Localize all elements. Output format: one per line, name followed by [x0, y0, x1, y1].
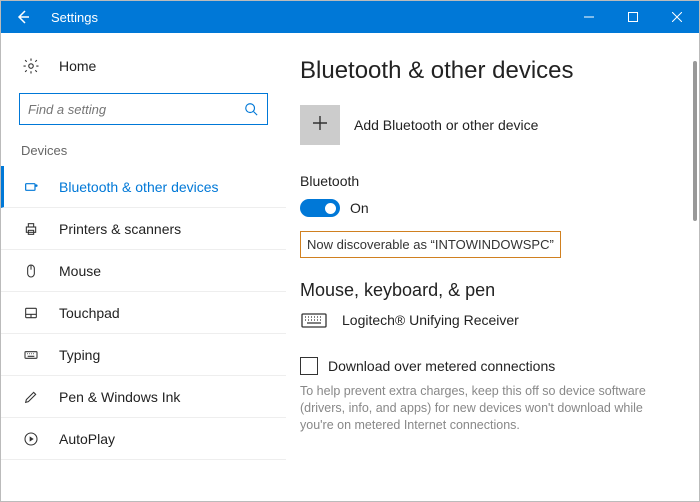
maximize-button[interactable]	[611, 1, 655, 33]
back-button[interactable]	[1, 1, 45, 33]
settings-window: Settings Home Devices	[0, 0, 700, 502]
search-icon	[243, 102, 259, 116]
sidebar: Home Devices Bluetooth & other devices P…	[1, 33, 286, 501]
minimize-button[interactable]	[567, 1, 611, 33]
pen-icon	[21, 389, 41, 405]
bluetooth-toggle-row: On	[300, 199, 679, 217]
bluetooth-heading: Bluetooth	[300, 173, 679, 189]
nav-label: Printers & scanners	[59, 221, 181, 237]
section-mouse-keyboard-pen: Mouse, keyboard, & pen	[300, 280, 679, 301]
sidebar-item-printers[interactable]: Printers & scanners	[1, 208, 286, 250]
mouse-icon	[21, 263, 41, 279]
nav-label: Bluetooth & other devices	[59, 179, 219, 195]
toggle-state-label: On	[350, 200, 369, 216]
nav-label: AutoPlay	[59, 431, 115, 447]
window-title: Settings	[45, 10, 567, 25]
page-title: Bluetooth & other devices	[300, 57, 679, 85]
add-device-label: Add Bluetooth or other device	[354, 117, 538, 133]
nav-label: Pen & Windows Ink	[59, 389, 180, 405]
gear-icon	[21, 57, 41, 75]
discoverable-status: Now discoverable as “INTOWINDOWSPC”	[300, 231, 561, 258]
keyboard-icon	[21, 347, 41, 363]
close-icon	[672, 12, 682, 22]
metered-help-text: To help prevent extra charges, keep this…	[300, 383, 650, 434]
main-content: Bluetooth & other devices Add Bluetooth …	[286, 33, 699, 501]
sidebar-item-mouse[interactable]: Mouse	[1, 250, 286, 292]
sidebar-item-autoplay[interactable]: AutoPlay	[1, 418, 286, 460]
sidebar-item-touchpad[interactable]: Touchpad	[1, 292, 286, 334]
titlebar: Settings	[1, 1, 699, 33]
device-row-receiver[interactable]: Logitech® Unifying Receiver	[300, 311, 679, 329]
nav-label: Mouse	[59, 263, 101, 279]
scrollbar-thumb[interactable]	[693, 61, 697, 221]
add-device-icon-box	[300, 105, 340, 145]
toggle-knob	[325, 203, 336, 214]
keyboard-device-icon	[300, 311, 328, 329]
metered-checkbox-row[interactable]: Download over metered connections	[300, 357, 679, 375]
metered-checkbox-label: Download over metered connections	[328, 358, 555, 374]
touchpad-icon	[21, 305, 41, 321]
add-device-button[interactable]: Add Bluetooth or other device	[300, 105, 679, 145]
sidebar-home[interactable]: Home	[1, 51, 286, 81]
device-label: Logitech® Unifying Receiver	[342, 312, 519, 328]
plus-icon	[311, 114, 329, 137]
nav-label: Typing	[59, 347, 100, 363]
minimize-icon	[584, 12, 594, 22]
nav-list: Bluetooth & other devices Printers & sca…	[1, 166, 286, 460]
home-label: Home	[59, 58, 96, 74]
sidebar-section-label: Devices	[1, 143, 286, 166]
bluetooth-toggle[interactable]	[300, 199, 340, 217]
search-input[interactable]	[28, 102, 243, 117]
sidebar-item-typing[interactable]: Typing	[1, 334, 286, 376]
autoplay-icon	[21, 431, 41, 447]
nav-label: Touchpad	[59, 305, 120, 321]
checkbox-unchecked[interactable]	[300, 357, 318, 375]
search-box[interactable]	[19, 93, 268, 125]
arrow-left-icon	[15, 9, 31, 25]
bluetooth-icon	[21, 179, 41, 195]
sidebar-item-pen[interactable]: Pen & Windows Ink	[1, 376, 286, 418]
maximize-icon	[628, 12, 638, 22]
close-button[interactable]	[655, 1, 699, 33]
window-body: Home Devices Bluetooth & other devices P…	[1, 33, 699, 501]
sidebar-item-bluetooth[interactable]: Bluetooth & other devices	[1, 166, 286, 208]
printer-icon	[21, 221, 41, 237]
